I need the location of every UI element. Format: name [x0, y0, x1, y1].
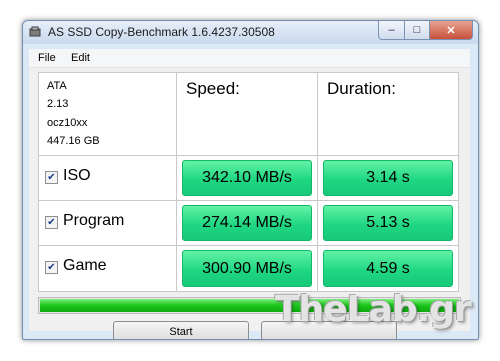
checkmark-icon: ✔ [47, 262, 56, 273]
device-type: ATA [47, 80, 67, 92]
speed-result: 300.90 MB/s [182, 250, 312, 287]
program-checkbox[interactable]: ✔ [45, 216, 58, 229]
device-firmware: 2.13 [47, 98, 69, 110]
speed-header-cell: Speed: [177, 73, 317, 155]
row-game-duration-cell: 4.59 s [318, 246, 458, 291]
row-game-speed-cell: 300.90 MB/s [177, 246, 317, 291]
app-icon [29, 26, 41, 37]
maximize-icon: □ [413, 24, 421, 36]
menu-edit[interactable]: Edit [71, 52, 90, 64]
row-label-game: Game [63, 257, 107, 274]
close-button[interactable]: ✕ [430, 21, 473, 40]
checkmark-icon: ✔ [47, 217, 56, 228]
device-info-cell: ATA 2.13 ocz10xx 447.16 GB [39, 73, 176, 155]
row-program-label-cell: ✔ Program [39, 201, 176, 245]
duration-result: 4.59 s [323, 250, 453, 287]
minimize-icon: – [388, 24, 395, 36]
device-capacity: 447.16 GB [47, 135, 100, 147]
duration-result: 3.14 s [323, 160, 453, 196]
watermark-logo: TheLab.gr [275, 289, 472, 330]
game-checkbox[interactable]: ✔ [45, 261, 58, 274]
title-bar[interactable]: AS SSD Copy-Benchmark 1.6.4237.30508 – □… [23, 21, 478, 44]
window-title: AS SSD Copy-Benchmark 1.6.4237.30508 [48, 25, 275, 39]
menu-bar: File Edit [29, 49, 470, 68]
close-icon: ✕ [446, 24, 456, 37]
row-label-program: Program [63, 212, 125, 229]
row-game-label-cell: ✔ Game [39, 246, 176, 291]
speed-result: 274.14 MB/s [182, 205, 312, 241]
speed-result: 342.10 MB/s [182, 160, 312, 196]
row-iso-speed-cell: 342.10 MB/s [177, 156, 317, 200]
row-iso-duration-cell: 3.14 s [318, 156, 458, 200]
duration-header: Duration: [327, 79, 396, 98]
iso-checkbox[interactable]: ✔ [45, 171, 58, 184]
checkmark-icon: ✔ [47, 172, 56, 183]
maximize-button[interactable]: □ [405, 21, 430, 40]
menu-file[interactable]: File [38, 52, 56, 64]
duration-header-cell: Duration: [318, 73, 458, 155]
row-program-duration-cell: 5.13 s [318, 201, 458, 245]
minimize-button[interactable]: – [378, 21, 405, 40]
row-label-iso: ISO [63, 167, 91, 184]
row-program-speed-cell: 274.14 MB/s [177, 201, 317, 245]
window-controls: – □ ✕ [378, 21, 473, 40]
results-grid: ATA 2.13 ocz10xx 447.16 GB Speed: Durati… [38, 72, 459, 292]
device-name: ocz10xx [47, 117, 88, 129]
speed-header: Speed: [186, 79, 240, 98]
start-button[interactable]: Start [113, 321, 249, 339]
row-iso-label-cell: ✔ ISO [39, 156, 176, 200]
duration-result: 5.13 s [323, 205, 453, 241]
